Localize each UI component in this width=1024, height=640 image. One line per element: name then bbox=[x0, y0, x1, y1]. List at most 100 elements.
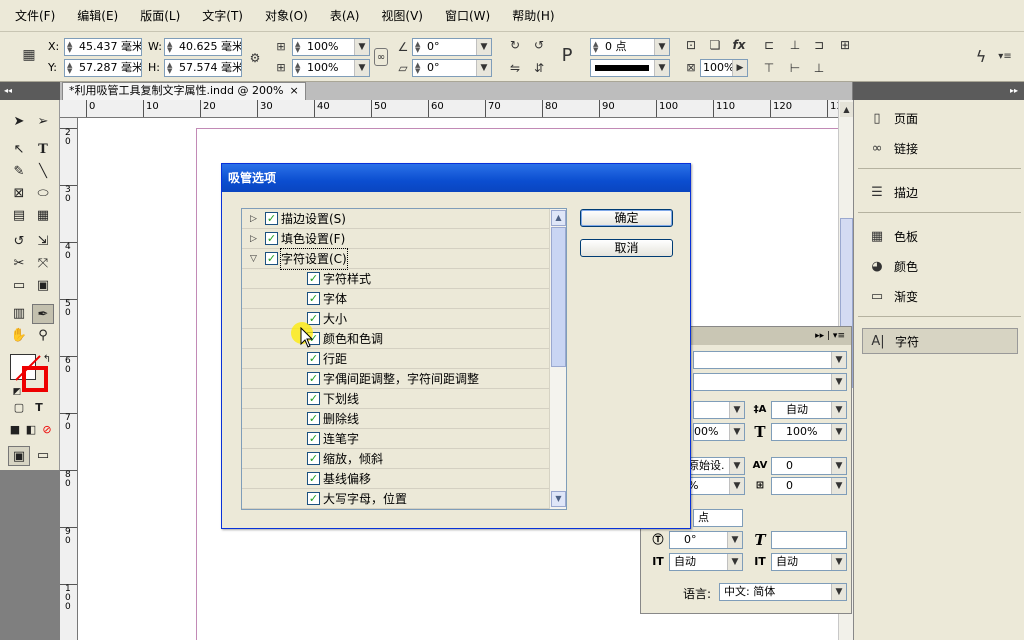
scale-tool-icon[interactable]: ⇲ bbox=[32, 232, 54, 252]
tracking-field[interactable]: 0 ▼ bbox=[771, 457, 847, 475]
option-label[interactable]: 颜色和色调 bbox=[323, 329, 383, 349]
option-checkbox[interactable]: ✓ bbox=[307, 452, 320, 465]
option-label[interactable]: 大小 bbox=[323, 309, 347, 329]
chevron-down-icon[interactable]: ▼ bbox=[354, 60, 369, 76]
option-checkbox[interactable]: ✓ bbox=[307, 352, 320, 365]
spinner-icon[interactable]: ▲ ▼ bbox=[593, 41, 602, 54]
menu-view[interactable]: 视图(V) bbox=[374, 0, 430, 32]
scissors-tool-icon[interactable]: ✂ bbox=[8, 254, 30, 274]
gradient-tool-icon[interactable]: ▭ bbox=[8, 276, 30, 296]
apply-none-icon[interactable]: ⊘ bbox=[36, 420, 58, 440]
hand-tool-icon[interactable]: ✋ bbox=[8, 326, 30, 346]
option-label[interactable]: 填色设置(F) bbox=[281, 229, 345, 249]
align-bottom-icon[interactable]: ⊥ bbox=[810, 59, 828, 77]
option-label[interactable]: 下划线 bbox=[323, 389, 359, 409]
option-checkbox[interactable]: ✓ bbox=[307, 312, 320, 325]
direct-selection-tool-icon[interactable]: ➢ bbox=[32, 112, 54, 132]
document-tab[interactable]: *利用吸管工具复制文字属性.indd @ 200% × bbox=[62, 82, 306, 100]
option-label[interactable]: 连笔字 bbox=[323, 429, 359, 449]
spinner-icon[interactable]: ▲ ▼ bbox=[415, 41, 424, 54]
rotate-field[interactable]: ▲ ▼ 0° ▼ bbox=[412, 38, 492, 56]
chevron-down-icon[interactable]: ▼ bbox=[354, 39, 369, 55]
character-rotation-field[interactable]: 0° ▼ bbox=[669, 531, 743, 549]
scrollbar-thumb[interactable] bbox=[551, 227, 566, 367]
leading-field[interactable]: 自动 ▼ bbox=[771, 401, 847, 419]
options-scrollbar[interactable]: ▲ ▼ bbox=[549, 209, 566, 509]
chevron-down-icon[interactable]: ▼ bbox=[729, 402, 744, 418]
align-center-icon[interactable]: ⊥ bbox=[786, 36, 804, 54]
note-tool-icon[interactable]: ▥ bbox=[8, 304, 30, 324]
formatting-text-icon[interactable]: T bbox=[28, 398, 50, 418]
dock-item-gradient[interactable]: ▭ 渐变 bbox=[862, 284, 1018, 310]
eyedropper-tool-icon[interactable]: ✒ bbox=[32, 304, 54, 324]
lightning-icon[interactable]: ϟ bbox=[972, 48, 990, 66]
option-checkbox[interactable]: ✓ bbox=[307, 492, 320, 505]
option-label[interactable]: 描边设置(S) bbox=[281, 209, 346, 229]
option-checkbox[interactable]: ✓ bbox=[307, 412, 320, 425]
menu-file[interactable]: 文件(F) bbox=[8, 0, 62, 32]
expand-triangle-closed-icon[interactable]: ▷ bbox=[250, 212, 262, 226]
option-checkbox[interactable]: ✓ bbox=[307, 392, 320, 405]
tsume-field[interactable]: % ▼ bbox=[685, 477, 745, 495]
scroll-down-icon[interactable]: ▼ bbox=[551, 491, 566, 507]
preview-view-icon[interactable]: ▭ bbox=[32, 446, 54, 466]
dock-item-color[interactable]: ◕ 颜色 bbox=[862, 254, 1018, 280]
rotate-cw-icon[interactable]: ↻ bbox=[506, 36, 524, 54]
chevron-down-icon[interactable]: ▼ bbox=[831, 478, 846, 494]
horizontal-scale-field[interactable]: 100% ▼ bbox=[771, 423, 847, 441]
chevron-right-icon[interactable]: ▶ bbox=[732, 60, 747, 76]
selection-tool-icon[interactable]: ➤ bbox=[8, 112, 30, 132]
menu-layout[interactable]: 版面(L) bbox=[133, 0, 187, 32]
spinner-icon[interactable]: ▲ ▼ bbox=[67, 62, 76, 75]
baseline-shift-field[interactable]: 点 bbox=[693, 509, 743, 527]
dock-header[interactable]: ▸▸ bbox=[853, 82, 1024, 100]
chevron-down-icon[interactable]: ▼ bbox=[476, 60, 491, 76]
option-label[interactable]: 字体 bbox=[323, 289, 347, 309]
align-left-icon[interactable]: ⊏ bbox=[760, 36, 778, 54]
chevron-down-icon[interactable]: ▼ bbox=[654, 60, 669, 76]
rectangle-frame-tool-icon[interactable]: ⊠ bbox=[8, 184, 30, 204]
w-field[interactable]: ▲ ▼ 40.625 毫米 bbox=[164, 38, 242, 56]
option-label[interactable]: 字符设置(C) bbox=[280, 248, 348, 270]
option-checkbox[interactable]: ✓ bbox=[265, 252, 278, 265]
chevron-down-icon[interactable]: ▼ bbox=[727, 532, 742, 548]
option-checkbox[interactable]: ✓ bbox=[265, 232, 278, 245]
type-tool-icon[interactable]: T bbox=[32, 140, 54, 160]
spinner-icon[interactable]: ▲ ▼ bbox=[167, 41, 176, 54]
font-size-field[interactable]: ▼ bbox=[693, 401, 745, 419]
chevron-down-icon[interactable]: ▼ bbox=[476, 39, 491, 55]
zoom-tool-icon[interactable]: ⚲ bbox=[32, 326, 54, 346]
chevron-down-icon[interactable]: ▼ bbox=[831, 458, 846, 474]
menu-object[interactable]: 对象(O) bbox=[258, 0, 315, 32]
option-label[interactable]: 缩放，倾斜 bbox=[323, 449, 383, 469]
line-tool-icon[interactable]: ╲ bbox=[32, 162, 54, 182]
toolbox-header[interactable]: ◂◂ bbox=[0, 82, 60, 100]
free-transform-tool-icon[interactable]: ⤧ bbox=[32, 254, 54, 274]
h-field[interactable]: ▲ ▼ 57.574 毫米 bbox=[164, 59, 242, 77]
flip-horizontal-icon[interactable]: ⇋ bbox=[506, 59, 524, 77]
dock-item-stroke[interactable]: ☰ 描边 bbox=[862, 180, 1018, 206]
language-dropdown[interactable]: 中文: 简体 ▼ bbox=[719, 583, 847, 601]
spinner-icon[interactable]: ▲ ▼ bbox=[295, 41, 304, 54]
flip-vertical-icon[interactable]: ⇵ bbox=[530, 59, 548, 77]
chevron-down-icon[interactable]: ▼ bbox=[831, 584, 846, 600]
option-checkbox[interactable]: ✓ bbox=[307, 292, 320, 305]
spinner-icon[interactable]: ▲ ▼ bbox=[415, 62, 424, 75]
expand-triangle-open-icon[interactable]: ▽ bbox=[250, 252, 262, 266]
align-top-icon[interactable]: ⊤ bbox=[760, 59, 778, 77]
panel-menu-icon[interactable]: ▾≡ bbox=[996, 48, 1014, 66]
spinner-icon[interactable]: ▲ ▼ bbox=[295, 62, 304, 75]
chevron-down-icon[interactable]: ▼ bbox=[831, 374, 846, 390]
option-label[interactable]: 基线偏移 bbox=[323, 469, 371, 489]
chevron-down-icon[interactable]: ▼ bbox=[729, 478, 744, 494]
constrain-proportions-icon[interactable]: ⚙ bbox=[246, 49, 264, 67]
option-checkbox[interactable]: ✓ bbox=[307, 472, 320, 485]
button-tool-icon[interactable]: ▤ bbox=[8, 206, 30, 226]
x-field[interactable]: ▲ ▼ 45.437 毫米 bbox=[64, 38, 142, 56]
chevron-down-icon[interactable]: ▼ bbox=[831, 402, 846, 418]
ellipse-tool-icon[interactable]: ⬭ bbox=[32, 184, 54, 204]
option-label[interactable]: 字偶间距调整，字符间距调整 bbox=[323, 369, 479, 389]
grid-spacing-field[interactable]: 0 ▼ bbox=[771, 477, 847, 495]
menu-help[interactable]: 帮助(H) bbox=[505, 0, 561, 32]
rotate-tool-icon[interactable]: ↺ bbox=[8, 232, 30, 252]
